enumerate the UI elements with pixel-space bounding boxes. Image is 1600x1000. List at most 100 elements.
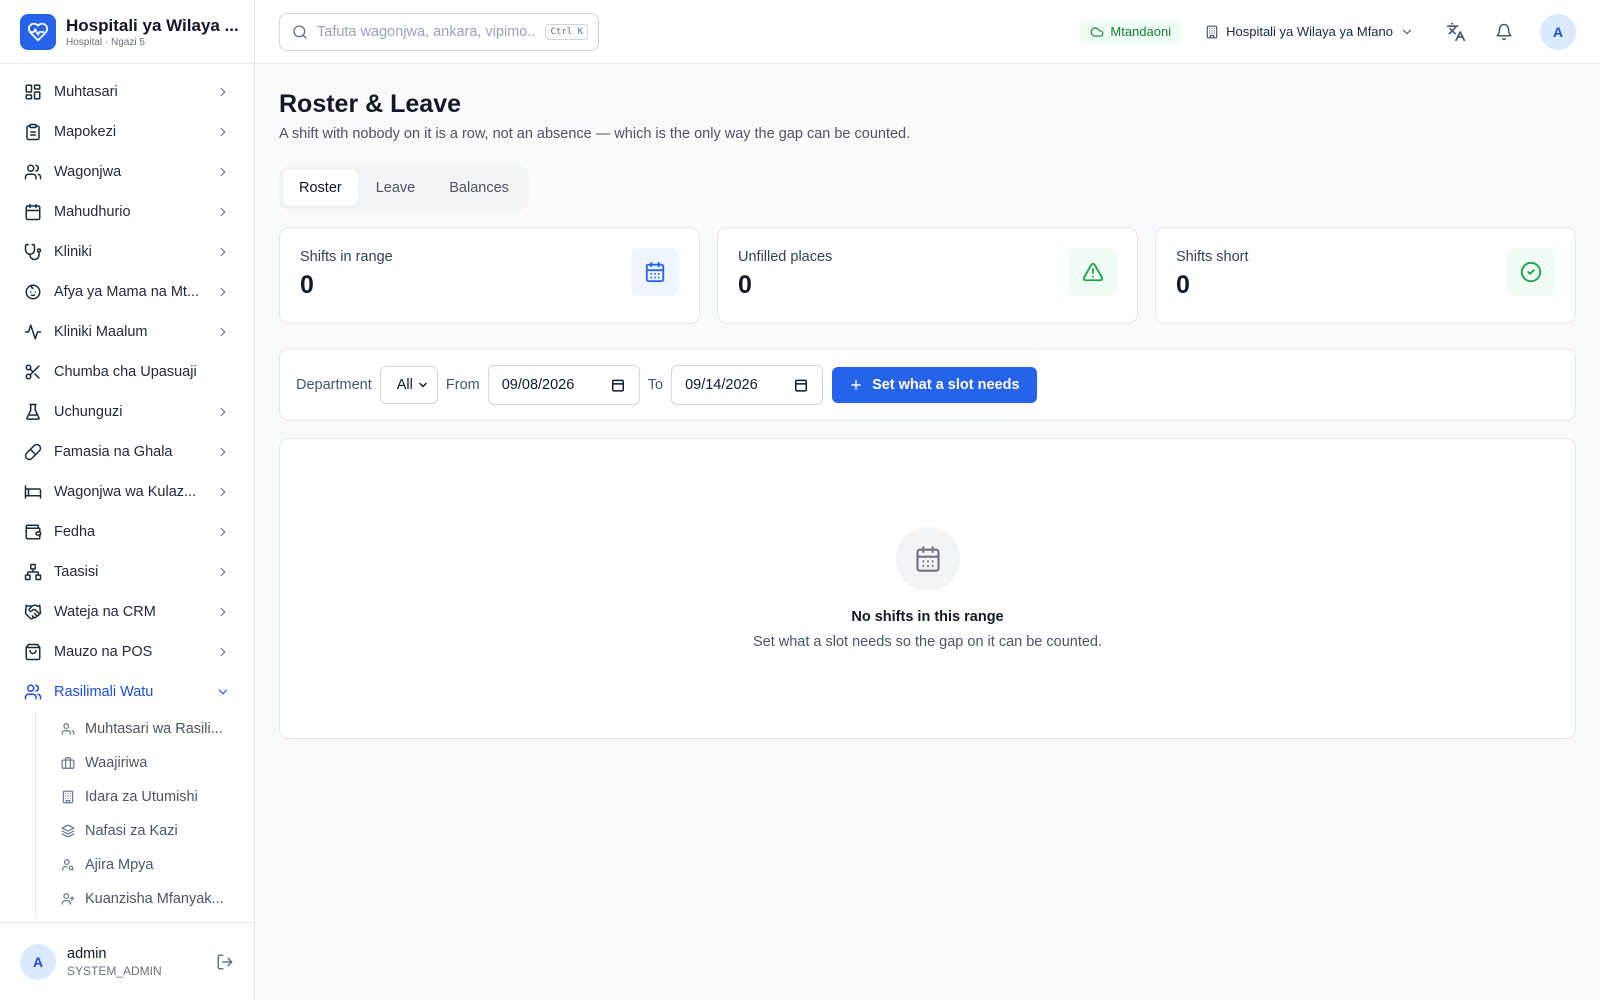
building-icon <box>1206 25 1218 38</box>
shopping-bag-icon <box>24 643 42 661</box>
sidebar-subitem-muhtasari-rasilimali[interactable]: Muhtasari wa Rasili... <box>36 712 254 746</box>
search-input[interactable] <box>317 23 537 40</box>
chevron-right-icon <box>220 527 226 537</box>
set-slot-needs-button[interactable]: Set what a slot needs <box>832 366 1037 403</box>
sidebar-item-label: Famasia na Ghala <box>54 444 173 460</box>
sidebar-item-upasuaji[interactable]: Chumba cha Upasuaji <box>0 352 254 392</box>
user-avatar-button[interactable]: A <box>1540 13 1576 50</box>
user-plus-icon <box>61 892 75 906</box>
chevron-right-icon <box>220 207 226 217</box>
language-button[interactable] <box>1438 14 1474 50</box>
calendar-icon <box>895 527 960 591</box>
chevron-down-icon <box>218 689 228 695</box>
sidebar-item-label: Taasisi <box>54 564 99 580</box>
stat-value: 0 <box>300 271 314 299</box>
chevron-down-icon <box>419 382 427 387</box>
chevron-right-icon <box>220 407 226 417</box>
topbar: Ctrl K Mtandaoni Hospitali ya Wilaya ya … <box>255 0 1600 64</box>
sidebar-item-pos[interactable]: Mauzo na POS <box>0 632 254 672</box>
sidebar-item-famasia[interactable]: Famasia na Ghala <box>0 432 254 472</box>
layers-icon <box>61 824 75 838</box>
sidebar-item-label: Mapokezi <box>54 124 117 140</box>
tab-leave[interactable]: Leave <box>360 170 432 206</box>
sidebar-item-kulazwa[interactable]: Wagonjwa wa Kulaz... <box>0 472 254 512</box>
empty-state-text: Set what a slot needs so the gap on it c… <box>752 634 1103 650</box>
chevron-right-icon <box>220 287 226 297</box>
sidebar-subitem-nafasi[interactable]: Nafasi za Kazi <box>36 814 254 848</box>
users-icon <box>24 163 42 181</box>
page-subtitle: A shift with nobody on it is a row, not … <box>279 126 911 142</box>
chevron-right-icon <box>220 87 226 97</box>
notifications-button[interactable] <box>1486 14 1522 50</box>
flask-icon <box>24 403 42 421</box>
chevron-right-icon <box>220 647 226 657</box>
stat-label: Unfilled places <box>738 249 833 265</box>
sidebar-item-afya-mama[interactable]: Afya ya Mama na Mt... <box>0 272 254 312</box>
user-profile: A admin SYSTEM_ADMIN <box>0 922 254 1000</box>
to-label: To <box>647 376 664 393</box>
dashboard-icon <box>24 83 42 101</box>
warning-icon <box>1069 248 1117 296</box>
users-icon <box>24 683 42 701</box>
stat-card-shifts-in-range: Shifts in range 0 <box>279 227 700 324</box>
sidebar-subitem-waajiriwa[interactable]: Waajiriwa <box>36 746 254 780</box>
briefcase-icon <box>61 756 75 770</box>
sidebar-item-label: Mauzo na POS <box>54 644 153 660</box>
heart-pulse-icon <box>20 13 56 50</box>
wallet-icon <box>24 523 42 541</box>
sidebar-item-crm[interactable]: Wateja na CRM <box>0 592 254 632</box>
sidebar-item-kliniki-maalum[interactable]: Kliniki Maalum <box>0 312 254 352</box>
sidebar-item-mahudhurio[interactable]: Mahudhurio <box>0 192 254 232</box>
sidebar-item-taasisi[interactable]: Taasisi <box>0 552 254 592</box>
chevron-right-icon <box>220 127 226 137</box>
plus-icon <box>851 379 861 390</box>
sidebar-item-label: Mahudhurio <box>54 204 131 220</box>
department-select[interactable]: All <box>379 365 438 404</box>
status-badge: Mtandaoni <box>1080 19 1182 44</box>
from-date-value: 09/08/2026 <box>501 376 575 393</box>
tab-balances[interactable]: Balances <box>433 170 525 206</box>
tab-roster[interactable]: Roster <box>283 170 358 206</box>
sidebar-item-wagonjwa[interactable]: Wagonjwa <box>0 152 254 192</box>
search-shortcut: Ctrl K <box>545 23 588 40</box>
sidebar-subitem-label: Nafasi za Kazi <box>85 823 178 839</box>
sidebar-item-uchunguzi[interactable]: Uchunguzi <box>0 392 254 432</box>
search-icon <box>293 24 307 39</box>
calendar-icon <box>631 248 679 296</box>
to-date-input[interactable]: 09/14/2026 <box>671 364 824 405</box>
from-date-input[interactable]: 09/08/2026 <box>487 364 640 405</box>
chevron-right-icon <box>220 567 226 577</box>
sidebar-subitem-idara[interactable]: Idara za Utumishi <box>36 780 254 814</box>
empty-state-title: No shifts in this range <box>851 609 1004 625</box>
building-icon <box>61 790 75 804</box>
set-slot-needs-label: Set what a slot needs <box>872 376 1020 393</box>
clipboard-icon <box>24 123 42 141</box>
calendar-icon[interactable] <box>611 378 625 392</box>
department-value: All <box>396 376 413 393</box>
facility-selector[interactable]: Hospitali ya Wilaya ya Mfano <box>1205 24 1414 39</box>
to-date-value: 09/14/2026 <box>685 376 758 393</box>
sidebar-item-label: Muhtasari <box>54 84 118 100</box>
avatar[interactable]: A <box>20 943 56 980</box>
chevron-down-icon <box>1402 29 1412 34</box>
sidebar-subitem-ajira[interactable]: Ajira Mpya <box>36 848 254 882</box>
facility-level: Hospital · Ngazi 5 <box>66 36 145 48</box>
search-box[interactable]: Ctrl K <box>279 12 599 51</box>
activity-icon <box>24 323 42 341</box>
sidebar-nav: Muhtasari Mapokezi Wagonjwa Mahudhurio K <box>0 64 254 922</box>
sidebar-item-rasilimali-watu[interactable]: Rasilimali Watu <box>0 672 254 712</box>
sidebar-item-kliniki[interactable]: Kliniki <box>0 232 254 272</box>
page-content: Roster & Leave A shift with nobody on it… <box>255 64 1600 763</box>
brand-header[interactable]: Hospitali ya Wilaya ... Hospital · Ngazi… <box>0 0 254 64</box>
network-icon <box>24 563 42 581</box>
sidebar-item-muhtasari[interactable]: Muhtasari <box>0 72 254 112</box>
cloud-icon <box>1090 26 1104 37</box>
sidebar-item-mapokezi[interactable]: Mapokezi <box>0 112 254 152</box>
logout-icon[interactable] <box>216 953 234 971</box>
sidebar-subitem-kuanzisha[interactable]: Kuanzisha Mfanyak... <box>36 882 254 916</box>
sidebar-item-fedha[interactable]: Fedha <box>0 512 254 552</box>
sidebar-item-label: Uchunguzi <box>54 404 123 420</box>
stethoscope-icon <box>24 243 42 261</box>
calendar-icon[interactable] <box>794 378 808 392</box>
status-label: Mtandaoni <box>1110 24 1172 39</box>
